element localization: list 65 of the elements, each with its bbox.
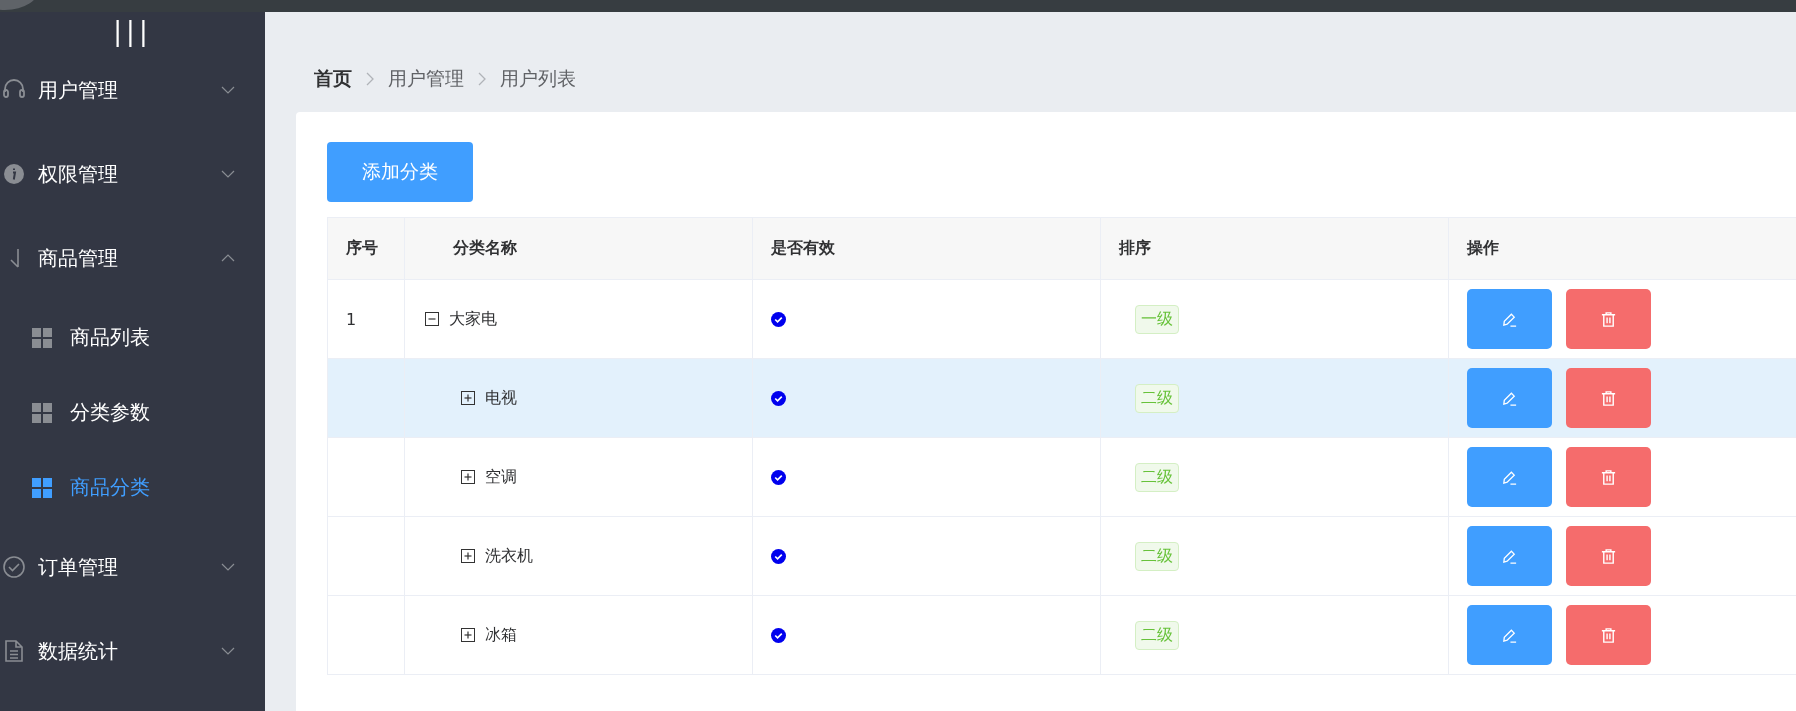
menu-label: 用户管理 bbox=[38, 76, 119, 104]
category-name: 大家电 bbox=[449, 308, 497, 330]
trash-icon bbox=[1600, 468, 1617, 486]
edit-button[interactable] bbox=[1467, 368, 1552, 428]
menu-label: 商品管理 bbox=[38, 244, 119, 272]
delete-button[interactable] bbox=[1566, 605, 1651, 665]
column-header: 是否有效 bbox=[753, 218, 1101, 279]
level-tag: 二级 bbox=[1135, 541, 1179, 571]
pencil-icon bbox=[1501, 468, 1518, 486]
edit-button[interactable] bbox=[1467, 526, 1552, 586]
delete-button[interactable] bbox=[1566, 289, 1651, 349]
collapse-icon[interactable] bbox=[425, 312, 439, 326]
column-header: 排序 bbox=[1101, 218, 1449, 279]
expand-icon[interactable] bbox=[461, 628, 475, 642]
trash-icon bbox=[1600, 547, 1617, 565]
category-name: 洗衣机 bbox=[485, 545, 533, 567]
doc-icon bbox=[2, 639, 26, 663]
chevron-right-icon bbox=[366, 72, 374, 86]
pencil-icon bbox=[1501, 310, 1518, 328]
column-header: 分类名称 bbox=[405, 218, 753, 279]
edit-button[interactable] bbox=[1467, 605, 1552, 665]
check-icon bbox=[2, 555, 26, 579]
pencil-icon bbox=[1501, 389, 1518, 407]
expand-icon[interactable] bbox=[461, 470, 475, 484]
menu-item[interactable]: 数据统计 bbox=[0, 609, 265, 693]
menu-label: 数据统计 bbox=[38, 637, 119, 665]
submenu-item[interactable]: 商品分类 bbox=[0, 450, 265, 525]
edit-button[interactable] bbox=[1467, 289, 1552, 349]
category-name: 电视 bbox=[485, 387, 517, 409]
submenu-item[interactable]: 分类参数 bbox=[0, 375, 265, 450]
category-name: 空调 bbox=[485, 466, 517, 488]
breadcrumb-link[interactable]: 用户管理 bbox=[388, 66, 464, 92]
delete-button[interactable] bbox=[1566, 447, 1651, 507]
expand-icon[interactable] bbox=[461, 549, 475, 563]
grid-icon bbox=[32, 327, 52, 348]
collapse-toggle[interactable]: ||| bbox=[0, 14, 265, 48]
level-tag: 一级 bbox=[1135, 304, 1179, 334]
column-header: 序号 bbox=[328, 218, 405, 279]
menu-label: 订单管理 bbox=[38, 553, 119, 581]
category-name: 冰箱 bbox=[485, 624, 517, 646]
edit-button[interactable] bbox=[1467, 447, 1552, 507]
level-tag: 二级 bbox=[1135, 462, 1179, 492]
menu-item[interactable]: 订单管理 bbox=[0, 525, 265, 609]
grid-icon bbox=[32, 402, 52, 423]
delete-button[interactable] bbox=[1566, 368, 1651, 428]
submenu-item[interactable]: 商品列表 bbox=[0, 300, 265, 375]
table-cell: 1 bbox=[346, 309, 357, 329]
expand-icon[interactable] bbox=[461, 391, 475, 405]
delete-button[interactable] bbox=[1566, 526, 1651, 586]
pencil-icon bbox=[1501, 547, 1518, 565]
menu-item[interactable]: 权限管理 bbox=[0, 132, 265, 216]
level-tag: 二级 bbox=[1135, 620, 1179, 650]
trash-icon bbox=[1600, 310, 1617, 328]
trash-icon bbox=[1600, 389, 1617, 407]
menu-label: 权限管理 bbox=[38, 160, 119, 188]
menu-item[interactable]: 商品管理 bbox=[0, 216, 265, 300]
breadcrumb-link[interactable]: 用户列表 bbox=[500, 66, 576, 92]
trash-icon bbox=[1600, 626, 1617, 644]
chevron-right-icon bbox=[478, 72, 486, 86]
menu-item[interactable]: 用户管理 bbox=[0, 48, 265, 132]
breadcrumb-link[interactable]: 首页 bbox=[314, 66, 352, 92]
grid-icon bbox=[32, 477, 52, 498]
level-tag: 二级 bbox=[1135, 383, 1179, 413]
pencil-icon bbox=[1501, 626, 1518, 644]
column-header: 操作 bbox=[1465, 237, 1500, 259]
